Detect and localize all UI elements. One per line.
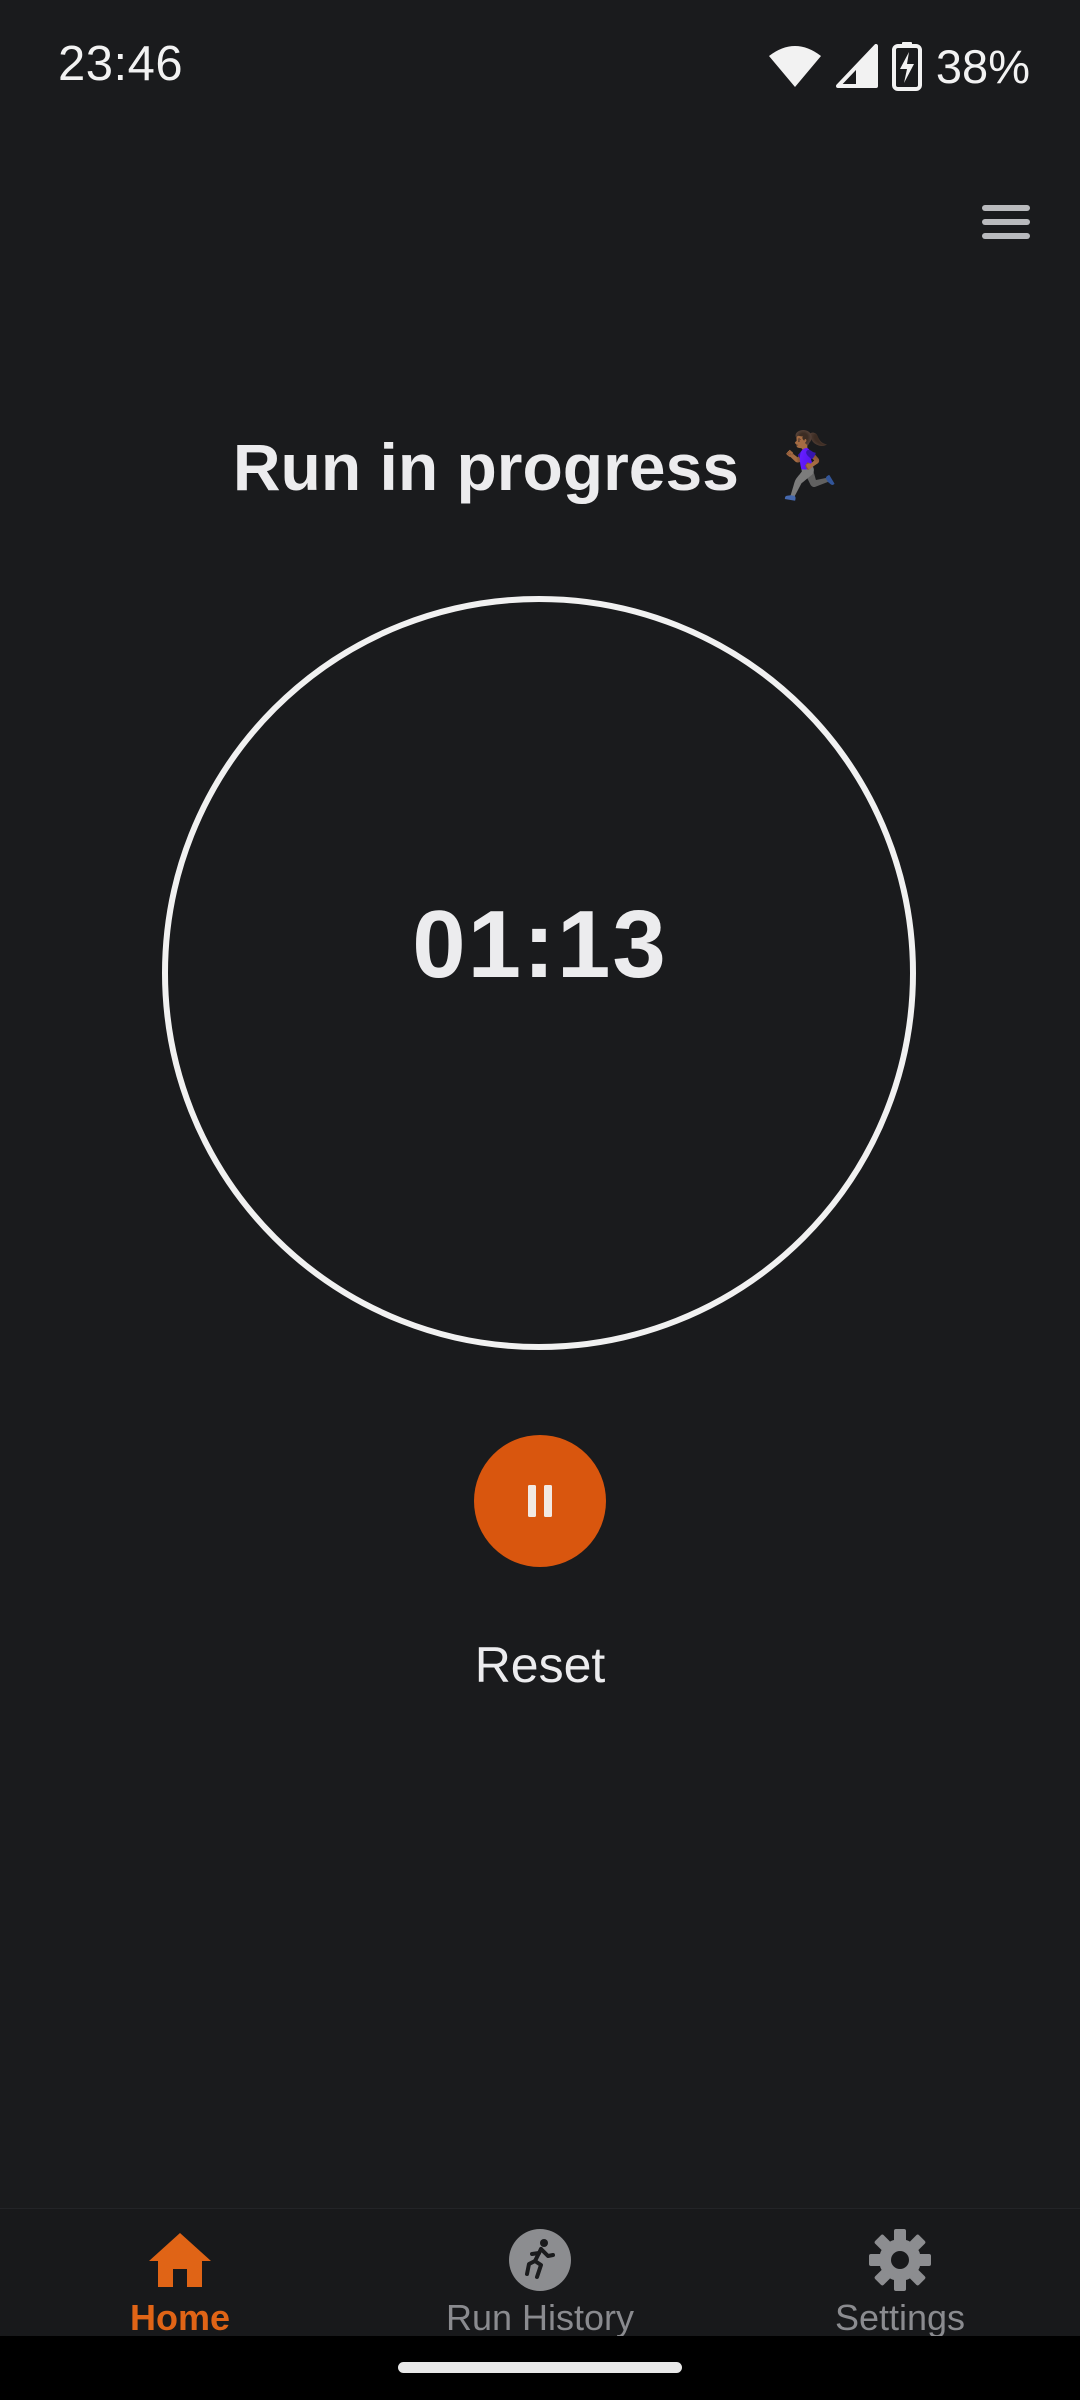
pause-icon	[528, 1485, 552, 1517]
run-screen: 23:46 38% Run in progress 🏃�	[0, 0, 1080, 2400]
battery-charging-icon	[891, 42, 922, 91]
cellular-signal-icon	[835, 44, 878, 88]
nav-item-settings[interactable]: Settings	[750, 2225, 1050, 2338]
wifi-icon	[768, 46, 821, 87]
timer-display: 01:13	[412, 891, 668, 998]
page-title-text: Run in progress	[232, 430, 739, 504]
nav-item-home[interactable]: Home	[30, 2225, 330, 2338]
nav-label-settings: Settings	[834, 2297, 966, 2338]
nav-label-home: Home	[129, 2297, 231, 2338]
pause-button[interactable]	[474, 1435, 606, 1567]
hamburger-menu-icon	[982, 205, 1030, 239]
reset-button[interactable]: Reset	[0, 1636, 1080, 1694]
gear-icon	[869, 2229, 931, 2291]
status-icons: 38%	[768, 39, 1030, 93]
page-title: Run in progress 🏃🏾‍♀️	[0, 428, 1080, 506]
status-time: 23:46	[58, 37, 184, 91]
home-gesture-handle[interactable]	[398, 2362, 682, 2373]
nav-item-run-history[interactable]: Run History	[390, 2225, 690, 2338]
nav-label-run-history: Run History	[445, 2297, 635, 2338]
home-icon	[149, 2233, 211, 2287]
runner-icon	[509, 2229, 571, 2291]
status-bar: 23:46 38%	[0, 0, 1080, 132]
runner-emoji: 🏃🏾‍♀️	[764, 429, 848, 503]
bottom-navigation: Home Run History Settings	[0, 2208, 1080, 2338]
battery-percent: 38%	[935, 39, 1030, 93]
menu-button[interactable]	[972, 192, 1040, 252]
